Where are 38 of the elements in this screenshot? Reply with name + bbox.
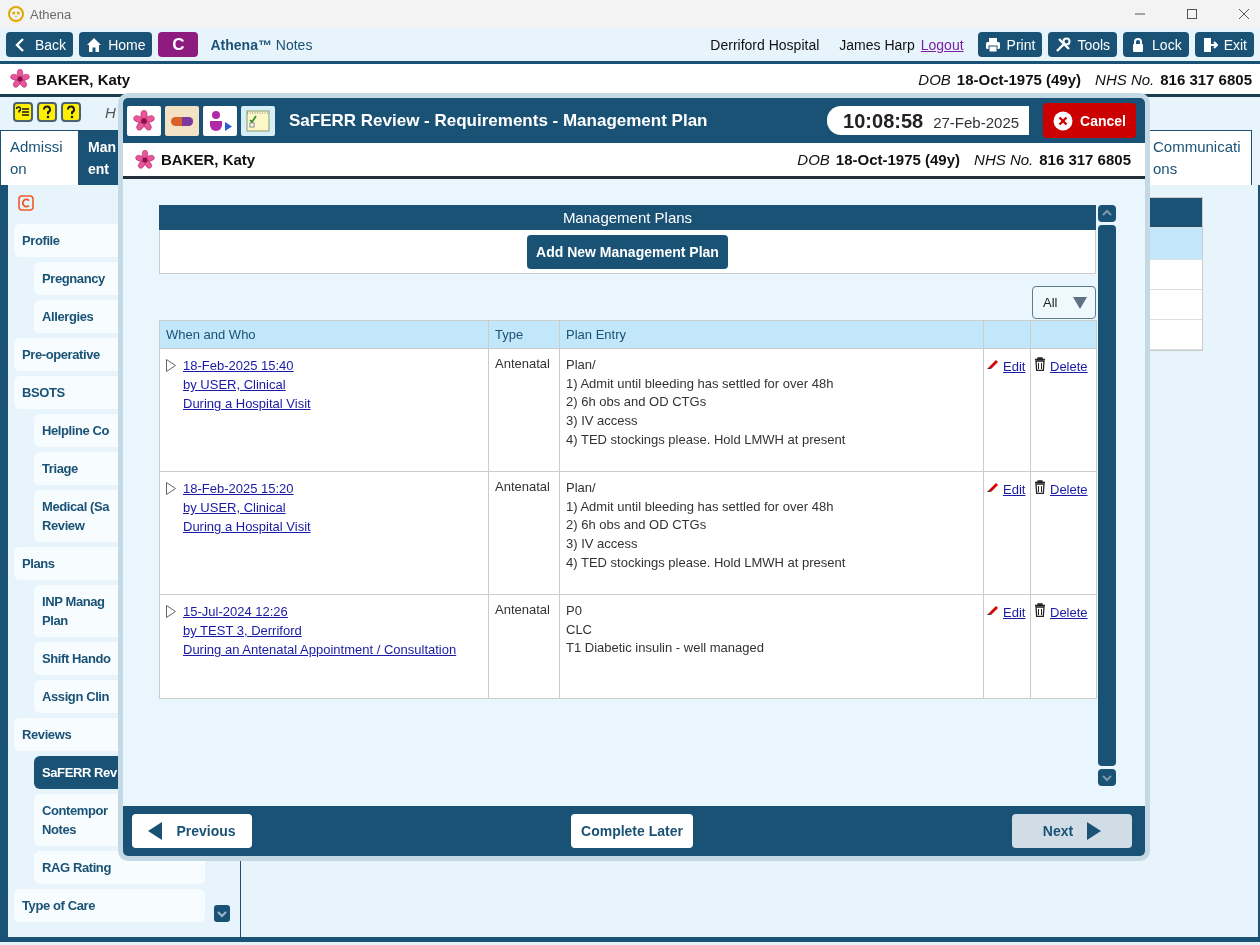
plan-line: Plan/ <box>566 356 597 374</box>
plan-line: T1 Diabetic insulin - well managed <box>566 639 765 658</box>
dob-value: 18-Oct-1975 (49y) <box>956 70 1082 88</box>
plan-line: CLC <box>566 620 593 639</box>
app-name: Athena™ Notes <box>210 36 313 53</box>
plan-line: P0 <box>566 602 583 620</box>
plan-line: 2) 6h obs and OD CTGs <box>566 516 708 535</box>
nhs-number: 816 317 6805 <box>1160 70 1252 88</box>
plan-line: 3) IV access <box>566 412 639 431</box>
dob-label: DOB <box>797 151 830 168</box>
window-title: Athena <box>30 6 72 22</box>
nhs-number: 816 317 6805 <box>1039 151 1131 168</box>
hospital-name: Derriford Hospital <box>710 36 820 53</box>
panel-title: Management Plans <box>159 205 1096 230</box>
column-header: When and Who <box>159 320 489 349</box>
patient-name: BAKER, Katy <box>161 151 256 168</box>
nhs-label: NHS No. <box>974 151 1034 168</box>
column-header: Plan Entry <box>559 320 984 349</box>
patient-name: BAKER, Katy <box>36 70 131 88</box>
plan-line: 2) 6h obs and OD CTGs <box>566 393 708 412</box>
nhs-label: NHS No. <box>1095 70 1155 88</box>
clock-time: 10:08:58 <box>843 110 924 133</box>
table-cell: Antenatal <box>488 348 560 472</box>
subbar-text: H <box>105 103 116 121</box>
dob-value: 18-Oct-1975 (49y) <box>835 151 961 168</box>
table-cell: Antenatal <box>488 471 560 595</box>
user-name: James Harp <box>839 36 915 53</box>
clock-date: 27-Feb-2025 <box>933 114 1020 131</box>
plan-line: 1) Admit until bleeding has settled for over 48h <box>566 497 835 516</box>
plan-line: 4) TED stockings please. Hold LMWH at present <box>566 553 847 572</box>
plan-line: Plan/ <box>566 479 597 497</box>
column-header: Type <box>488 320 560 349</box>
dialog-title: SaFERR Review - Requirements - Management Plan <box>289 110 708 131</box>
dob-label: DOB <box>918 70 951 88</box>
table-cell: Antenatal <box>488 594 560 699</box>
plan-line: 3) IV access <box>566 535 639 554</box>
plan-line: 1) Admit until bleeding has settled for over 48h <box>566 374 835 393</box>
plan-line: 4) TED stockings please. Hold LMWH at present <box>566 430 847 449</box>
